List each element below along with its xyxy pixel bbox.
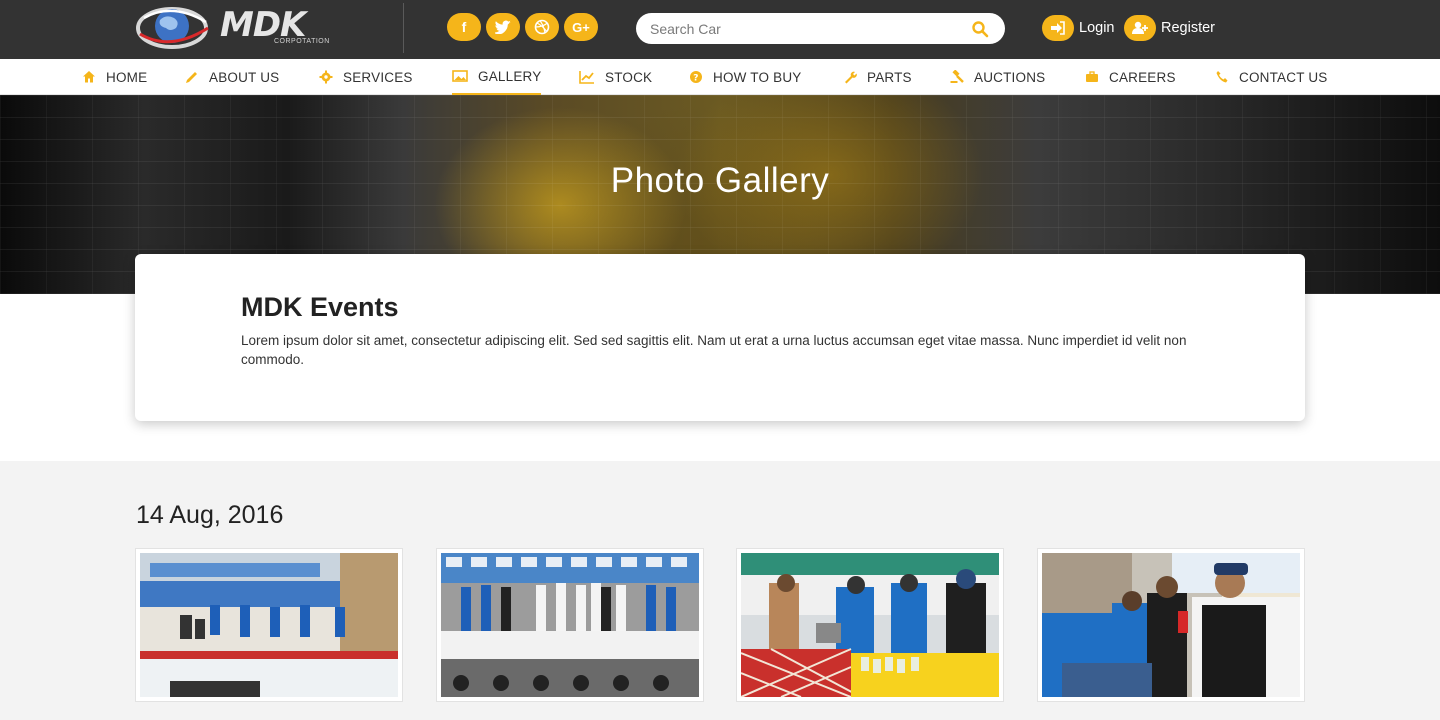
nav-how-to-buy-label: HOW TO BUY <box>713 69 802 85</box>
twitter-button[interactable] <box>486 13 520 41</box>
wrench-icon <box>845 71 857 84</box>
gallery-photo-4[interactable] <box>1037 548 1305 702</box>
nav-auctions-label: AUCTIONS <box>974 69 1046 85</box>
nav-stock[interactable]: STOCK <box>579 59 652 95</box>
dribbble-icon <box>534 19 550 35</box>
nav-how-to-buy[interactable]: ? HOW TO BUY <box>689 59 802 95</box>
gallery-photo-2[interactable] <box>436 548 704 702</box>
page-title: Photo Gallery <box>610 161 830 200</box>
header-divider <box>403 3 404 53</box>
gear-icon <box>319 70 333 84</box>
logo[interactable]: MDK CORPOTATION <box>136 2 332 52</box>
nav-parts[interactable]: PARTS <box>843 59 912 95</box>
nav-services[interactable]: SERVICES <box>319 59 413 95</box>
event-photo-2 <box>441 553 699 697</box>
twitter-icon <box>495 20 511 34</box>
globe-logo-icon <box>136 7 209 49</box>
nav-contact-us[interactable]: CONTACT US <box>1215 59 1328 95</box>
nav-gallery-label: GALLERY <box>478 68 542 84</box>
add-user-icon <box>1124 15 1156 41</box>
search-box <box>636 13 1005 44</box>
event-photo-3 <box>740 553 999 698</box>
nav-home[interactable]: HOME <box>82 59 147 95</box>
nav-stock-label: STOCK <box>605 69 653 85</box>
nav-about-us[interactable]: ABOUT US <box>185 59 279 95</box>
phone-icon <box>1216 71 1228 83</box>
facebook-icon: f <box>461 19 467 35</box>
google-plus-icon: G+ <box>572 19 590 35</box>
search-icon[interactable] <box>971 20 989 38</box>
intro-heading: MDK Events <box>241 292 399 322</box>
nav-auctions[interactable]: AUCTIONS <box>950 59 1045 95</box>
nav-parts-label: PARTS <box>867 69 912 85</box>
pencil-icon <box>186 72 197 83</box>
nav-home-label: HOME <box>106 69 148 85</box>
event-photo-4 <box>1042 553 1300 697</box>
gallery-photo-3[interactable] <box>736 548 1004 702</box>
home-icon <box>83 71 95 83</box>
top-bar: MDK CORPOTATION f G+ Login Register <box>0 0 1440 59</box>
chart-icon <box>579 71 594 84</box>
nav-careers-label: CAREERS <box>1109 69 1176 85</box>
intro-text: Lorem ipsum dolor sit amet, consectetur … <box>241 333 1187 367</box>
event-photo-1 <box>140 553 398 697</box>
login-link[interactable]: Login <box>1042 15 1114 41</box>
question-icon: ? <box>690 71 702 84</box>
nav-contact-us-label: CONTACT US <box>1239 69 1328 85</box>
google-plus-button[interactable]: G+ <box>564 13 598 41</box>
intro-card: MDK Events Lorem ipsum dolor sit amet, c… <box>135 254 1305 421</box>
register-label: Register <box>1161 20 1215 36</box>
nav-careers[interactable]: CAREERS <box>1085 59 1176 95</box>
gallery-date: 14 Aug, 2016 <box>136 501 284 529</box>
image-icon <box>452 70 468 82</box>
brand-subtitle: CORPOTATION <box>274 38 330 45</box>
gavel-icon <box>950 70 964 83</box>
dribbble-button[interactable] <box>525 13 559 41</box>
brand-name: MDK <box>220 5 306 45</box>
register-link[interactable]: Register <box>1124 15 1215 41</box>
svg-text:?: ? <box>693 74 698 84</box>
gallery-section: 14 Aug, 2016 <box>0 461 1440 720</box>
search-input[interactable] <box>650 13 950 44</box>
nav-about-us-label: ABOUT US <box>209 69 280 85</box>
login-label: Login <box>1079 20 1115 36</box>
nav-gallery[interactable]: GALLERY <box>452 59 542 95</box>
gallery-photo-1[interactable] <box>135 548 403 702</box>
facebook-button[interactable]: f <box>447 13 481 41</box>
login-icon <box>1042 15 1074 41</box>
briefcase-icon <box>1086 71 1098 82</box>
nav-services-label: SERVICES <box>343 69 413 85</box>
main-nav: HOME ABOUT US SERVICES GALLERY STOCK ? H… <box>0 59 1440 95</box>
